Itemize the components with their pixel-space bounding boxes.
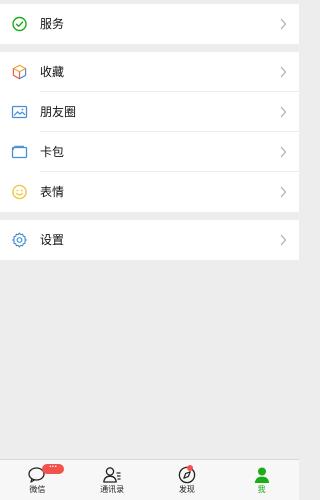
tab-label: 微信	[29, 485, 46, 494]
tab-label: 发现	[178, 485, 195, 494]
chevron-right-icon	[280, 106, 287, 118]
moments-photo-icon	[11, 104, 28, 121]
contacts-icon	[102, 465, 122, 485]
menu-group-main: 收藏 朋友圈 卡包 表情	[0, 52, 299, 212]
sticker-smile-icon	[11, 184, 28, 201]
chevron-right-icon	[280, 18, 287, 30]
me-page: 服务 收藏 朋友圈 卡包 表情 设置 微信 ··· 通讯录 发现 我	[0, 0, 299, 500]
settings-gear-icon	[11, 232, 28, 249]
tab-label: 我	[257, 485, 266, 494]
menu-item-settings[interactable]: 设置	[0, 220, 299, 260]
card-wallet-icon	[11, 144, 28, 161]
tab-chats[interactable]: 微信 ···	[0, 460, 75, 500]
chevron-right-icon	[280, 186, 287, 198]
me-person-icon	[252, 465, 272, 485]
menu-item-services[interactable]: 服务	[0, 4, 299, 44]
tab-me[interactable]: 我	[224, 460, 299, 500]
menu-group-settings: 设置	[0, 220, 299, 260]
menu-item-label: 服务	[40, 17, 65, 31]
new-content-dot	[186, 465, 193, 471]
menu-item-favorites[interactable]: 收藏	[0, 52, 299, 92]
menu-item-moments[interactable]: 朋友圈	[0, 92, 299, 132]
chevron-right-icon	[280, 234, 287, 246]
menu-item-label: 朋友圈	[40, 105, 77, 119]
tab-discover[interactable]: 发现	[150, 460, 225, 500]
menu-item-label: 设置	[40, 233, 65, 247]
unread-badge: ···	[42, 464, 64, 474]
menu-item-label: 表情	[40, 185, 65, 199]
menu-item-card-wallet[interactable]: 卡包	[0, 132, 299, 172]
chevron-right-icon	[280, 146, 287, 158]
menu-item-stickers[interactable]: 表情	[0, 172, 299, 212]
tab-label: 通讯录	[100, 485, 125, 494]
badge-text: ···	[49, 463, 57, 471]
bottom-tab-bar: 微信 ··· 通讯录 发现 我	[0, 459, 299, 500]
menu-item-label: 卡包	[40, 145, 65, 159]
chevron-right-icon	[280, 66, 287, 78]
menu-group-services: 服务	[0, 4, 299, 44]
tab-contacts[interactable]: 通讯录	[75, 460, 150, 500]
service-check-icon	[11, 16, 28, 33]
favorites-cube-icon	[11, 64, 28, 81]
menu-item-label: 收藏	[40, 65, 65, 79]
